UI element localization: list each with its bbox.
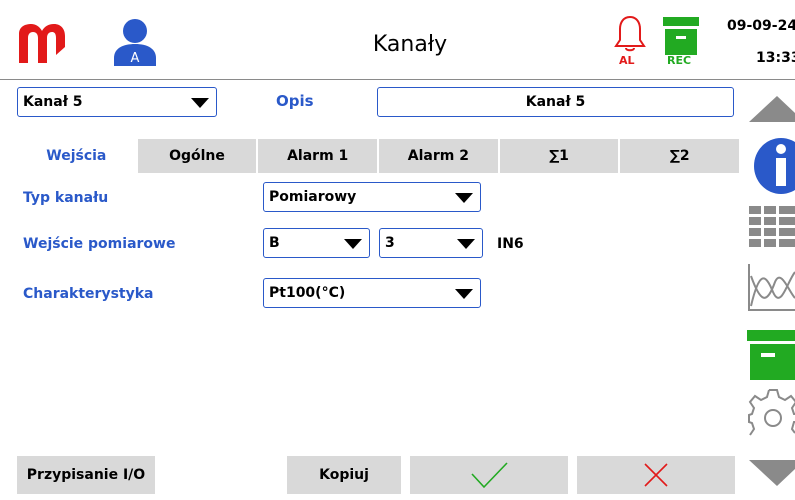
channel-select-value: Kanał 5 — [23, 94, 83, 110]
date-display: 09-09-24 — [727, 18, 795, 34]
tab-sum-1[interactable]: ∑1 — [497, 139, 619, 173]
tab-alarm-1[interactable]: Alarm 1 — [256, 139, 378, 173]
characteristic-select[interactable]: Pt100(°C) — [263, 278, 481, 308]
cancel-button[interactable] — [577, 456, 735, 494]
dropdown-arrow-icon — [455, 193, 473, 203]
tab-inputs[interactable]: Wejścia — [17, 139, 136, 173]
measurement-slot-select[interactable]: B — [263, 228, 370, 258]
page-title: Kanały — [372, 32, 448, 57]
channel-type-value: Pomiarowy — [269, 189, 357, 205]
close-icon — [644, 463, 668, 487]
channel-type-label: Typ kanału — [23, 190, 109, 206]
header-bar: A Kanały AL REC 09-09-24 13:33 — [0, 0, 795, 80]
dropdown-arrow-icon — [455, 289, 473, 299]
measurement-slot-value: B — [269, 235, 280, 251]
brand-logo-icon — [19, 24, 65, 63]
characteristic-label: Charakterystyka — [23, 286, 154, 302]
user-badge: A — [131, 51, 140, 66]
measurement-input-id: IN6 — [497, 236, 524, 252]
measurement-number-select[interactable]: 3 — [379, 228, 483, 258]
dropdown-arrow-icon — [457, 239, 475, 249]
channel-type-select[interactable]: Pomiarowy — [263, 182, 481, 212]
chart-icon[interactable] — [747, 262, 795, 312]
user-icon[interactable]: A — [113, 18, 157, 66]
info-icon[interactable] — [747, 138, 795, 194]
confirm-button[interactable] — [410, 456, 568, 494]
time-display: 13:33 — [756, 50, 795, 66]
settings-icon[interactable] — [747, 388, 795, 438]
archive-icon[interactable] — [747, 330, 795, 380]
dropdown-arrow-icon — [344, 239, 362, 249]
measurement-input-label: Wejście pomiarowe — [23, 236, 176, 252]
scroll-down-icon[interactable] — [747, 458, 795, 488]
tab-bar: Wejścia Ogólne Alarm 1 Alarm 2 ∑1 ∑2 — [17, 139, 740, 173]
dropdown-arrow-icon — [191, 98, 209, 108]
rec-archive-icon[interactable] — [663, 17, 699, 55]
measurement-number-value: 3 — [385, 235, 395, 251]
io-assignment-button[interactable]: Przypisanie I/O — [17, 456, 155, 494]
description-label: Opis — [276, 92, 314, 110]
tab-general[interactable]: Ogólne — [135, 139, 257, 173]
check-icon — [471, 462, 508, 489]
scroll-up-icon[interactable] — [747, 94, 795, 124]
alarm-bell-icon[interactable] — [612, 14, 648, 54]
copy-button[interactable]: Kopiuj — [287, 456, 401, 494]
table-icon[interactable] — [747, 206, 795, 248]
tab-alarm-2[interactable]: Alarm 2 — [377, 139, 498, 173]
tab-sum-2[interactable]: ∑2 — [618, 139, 740, 173]
header-divider — [0, 79, 795, 80]
characteristic-value: Pt100(°C) — [269, 285, 346, 301]
alarm-label: AL — [619, 54, 635, 67]
channel-select[interactable]: Kanał 5 — [17, 87, 217, 117]
description-field[interactable]: Kanał 5 — [377, 87, 734, 117]
rec-label: REC — [667, 54, 692, 67]
